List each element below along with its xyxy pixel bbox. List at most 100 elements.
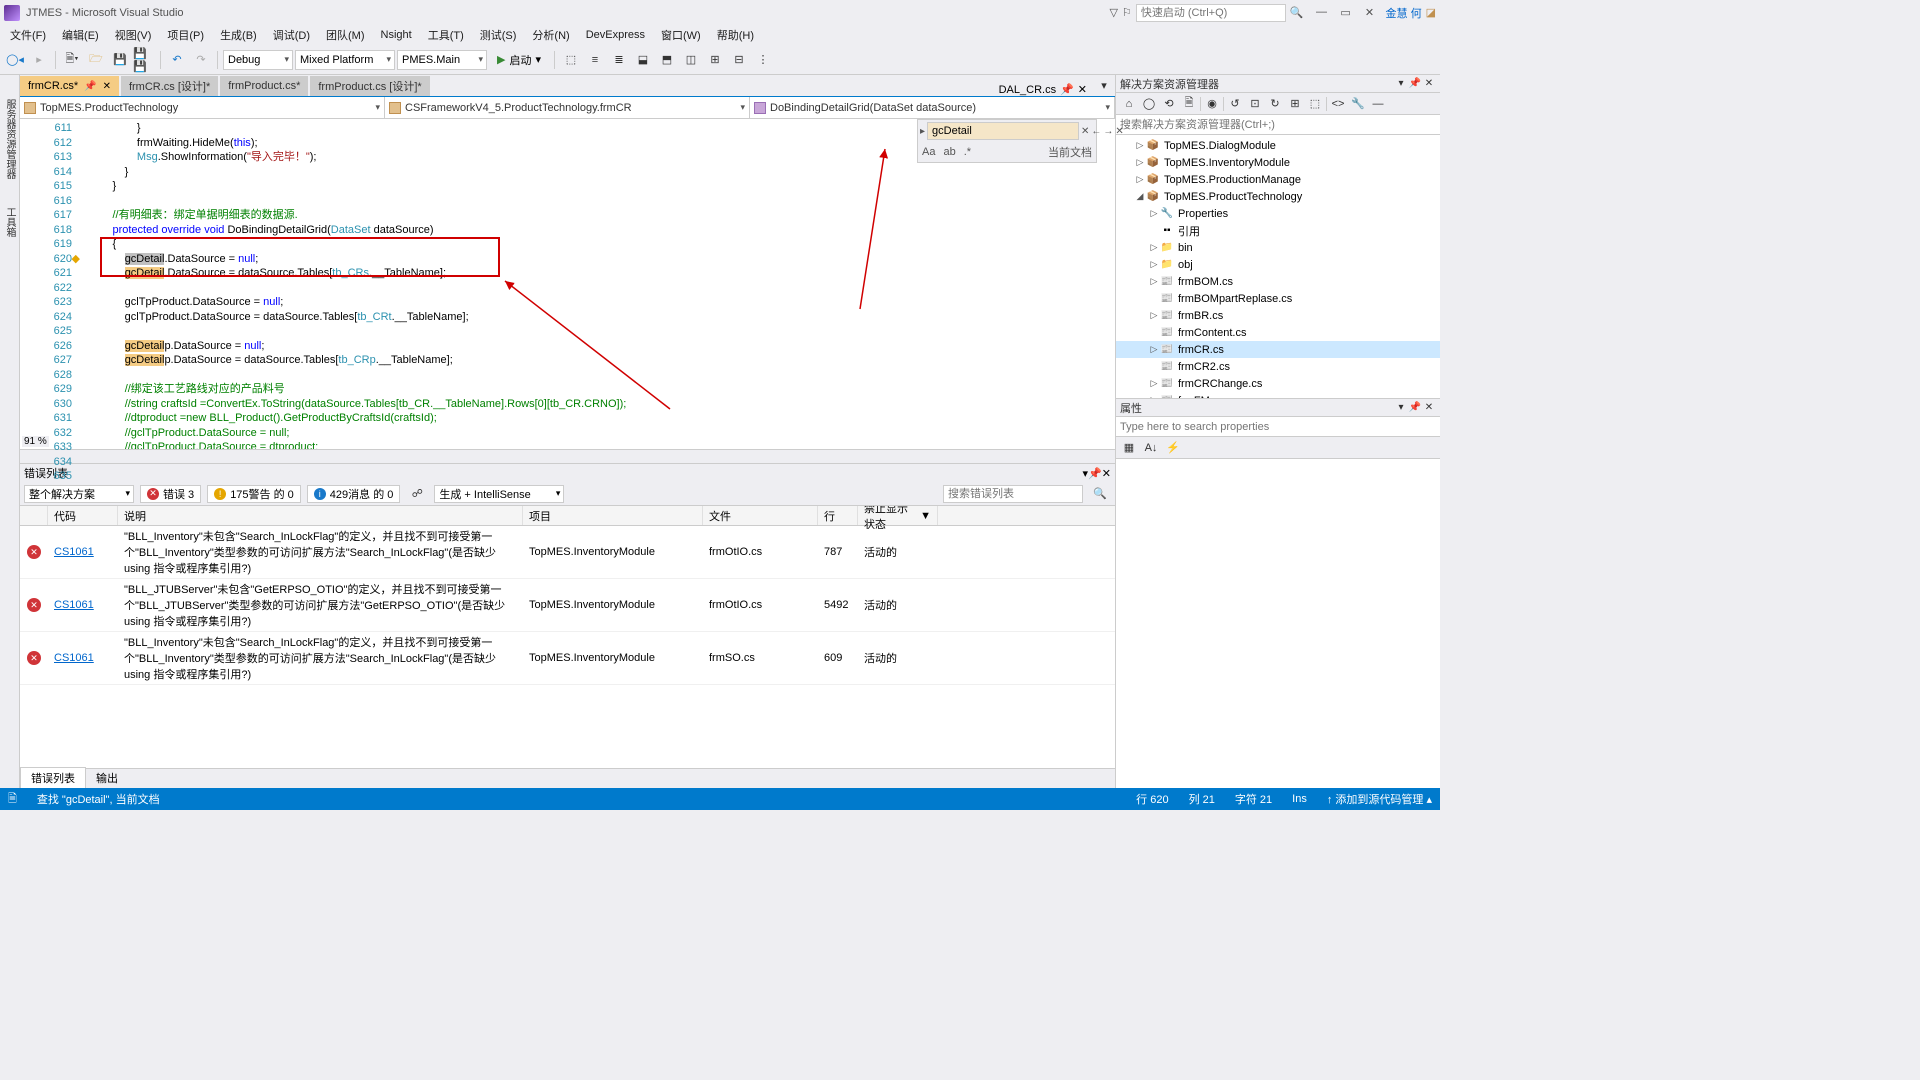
start-debug-button[interactable]: ▶启动 ▾ [489, 49, 549, 71]
tree-node[interactable]: ▷📰frmBR.cs [1116, 307, 1440, 324]
sol-refresh-button[interactable]: ↻ [1266, 95, 1284, 113]
find-input[interactable] [927, 122, 1079, 140]
tree-node[interactable]: ▷📁obj [1116, 256, 1440, 273]
tb-icon-8[interactable]: ⊟ [728, 49, 750, 71]
prop-categorized-button[interactable]: ▦ [1120, 439, 1138, 457]
find-prev-button[interactable]: ← [1091, 126, 1101, 137]
maximize-button[interactable]: ▭ [1338, 6, 1354, 19]
menu-item[interactable]: 测试(S) [474, 25, 523, 45]
errorlist-search[interactable] [943, 485, 1083, 503]
doc-tab[interactable]: frmProduct.cs* [220, 76, 308, 96]
menu-item[interactable]: 视图(V) [109, 25, 158, 45]
errorlist-scope-combo[interactable]: 整个解决方案 [24, 485, 134, 503]
bottom-tab[interactable]: 错误列表 [20, 767, 86, 788]
menu-item[interactable]: 调试(D) [267, 25, 316, 45]
sol-btn-a[interactable]: ⊡ [1246, 95, 1264, 113]
error-row[interactable]: ✕CS1061"BLL_Inventory"未包含"Search_InLockF… [20, 632, 1115, 685]
sol-dropdown-button[interactable]: ▾ [1394, 78, 1408, 89]
errorlist-filter-icon[interactable]: ☍ [406, 483, 428, 505]
tree-node[interactable]: ▷📦TopMES.DialogModule [1116, 137, 1440, 154]
menu-item[interactable]: 项目(P) [161, 25, 210, 45]
sol-wrench-button[interactable]: 🔧 [1349, 95, 1367, 113]
menu-item[interactable]: 窗口(W) [655, 25, 707, 45]
find-scope-label[interactable]: 当前文档 [1048, 144, 1092, 160]
nav-method-combo[interactable]: DoBindingDetailGrid(DataSet dataSource) [750, 97, 1115, 118]
find-close-in-icon[interactable]: ✕ [1081, 126, 1089, 137]
find-next-button[interactable]: → [1103, 126, 1113, 137]
find-close-button[interactable]: ✕ [1115, 126, 1123, 137]
prop-close-button[interactable]: ✕ [1422, 402, 1436, 413]
menu-item[interactable]: 生成(B) [214, 25, 263, 45]
sol-sync-button[interactable]: ⟲ [1160, 95, 1178, 113]
prop-events-button[interactable]: ⚡ [1164, 439, 1182, 457]
nav-class-combo[interactable]: CSFrameworkV4_5.ProductTechnology.frmCR [385, 97, 750, 118]
status-source-control[interactable]: ↑ 添加到源代码管理 ▴ [1327, 791, 1432, 807]
sol-pin-button[interactable]: 📌 [1408, 78, 1422, 89]
doctabs-overflow-button[interactable]: ▾ [1093, 74, 1115, 96]
toolbox-tab[interactable]: 工具箱 [0, 203, 19, 241]
doc-tab[interactable]: frmCR.cs [设计]* [121, 76, 218, 96]
prop-pin-button[interactable]: 📌 [1408, 402, 1422, 413]
tb-icon-5[interactable]: ⬒ [656, 49, 678, 71]
platform-combo[interactable]: Mixed Platform [295, 50, 395, 70]
undo-button[interactable]: ↶ [166, 49, 188, 71]
tree-node[interactable]: ▷📦TopMES.InventoryModule [1116, 154, 1440, 171]
sol-more-button[interactable]: — [1369, 95, 1387, 113]
server-explorer-tab[interactable]: 服务器资源管理器 [0, 95, 19, 183]
sol-back-button[interactable]: ◯ [1140, 95, 1158, 113]
errorlist-pin-button[interactable]: 📌 [1088, 467, 1102, 480]
tb-icon-2[interactable]: ≡ [584, 49, 606, 71]
errors-filter-pill[interactable]: ✕错误 3 [140, 485, 201, 503]
menu-item[interactable]: 文件(F) [4, 25, 52, 45]
tree-node[interactable]: ▷📦TopMES.ProductionManage [1116, 171, 1440, 188]
find-expand-icon[interactable]: ▸ [920, 126, 925, 137]
menu-item[interactable]: DevExpress [580, 27, 651, 43]
sol-viewcode-button[interactable]: <> [1329, 95, 1347, 113]
user-avatar-icon[interactable]: ◪ [1426, 6, 1436, 19]
tree-node[interactable]: 📰frmContent.cs [1116, 324, 1440, 341]
sol-close-button[interactable]: ✕ [1422, 78, 1436, 89]
open-button[interactable]: 🗁 [85, 49, 107, 71]
tb-icon-3[interactable]: ≣ [608, 49, 630, 71]
find-word-toggle[interactable]: ab [943, 146, 955, 158]
tb-icon-1[interactable]: ⬚ [560, 49, 582, 71]
errorlist-source-combo[interactable]: 生成 + IntelliSense [434, 485, 564, 503]
doc-tab-right[interactable]: DAL_CR.cs📌✕ [993, 83, 1093, 96]
code-editor[interactable]: 611612613614615616617618619620◆621622623… [20, 119, 1115, 449]
errorlist-search-icon[interactable]: 🔍 [1089, 483, 1111, 505]
tree-node[interactable]: ▷📁bin [1116, 239, 1440, 256]
errorlist-close-button[interactable]: ✕ [1102, 467, 1111, 480]
tree-node[interactable]: 📰frmCR2.cs [1116, 358, 1440, 375]
doc-tab[interactable]: frmCR.cs*📌✕ [20, 76, 119, 96]
sol-btn-b[interactable]: ⊞ [1286, 95, 1304, 113]
save-all-button[interactable]: 💾💾 [133, 49, 155, 71]
tb-icon-9[interactable]: ⋮ [752, 49, 774, 71]
nav-project-combo[interactable]: TopMES.ProductTechnology [20, 97, 385, 118]
sol-properties-button[interactable]: ⬚ [1306, 95, 1324, 113]
menu-item[interactable]: 编辑(E) [56, 25, 105, 45]
tb-icon-6[interactable]: ◫ [680, 49, 702, 71]
find-case-toggle[interactable]: Aa [922, 146, 935, 158]
nav-back-button[interactable]: ◯◂ [4, 49, 26, 71]
tb-icon-7[interactable]: ⊞ [704, 49, 726, 71]
config-combo[interactable]: Debug [223, 50, 293, 70]
sol-pending-button[interactable]: 🗎 [1180, 95, 1198, 113]
close-button[interactable]: ✕ [1362, 6, 1378, 19]
quick-launch-input[interactable] [1136, 4, 1286, 22]
menu-item[interactable]: Nsight [375, 27, 418, 43]
warnings-filter-pill[interactable]: !175警告 的 0 [207, 485, 301, 503]
menu-item[interactable]: 工具(T) [422, 25, 470, 45]
tree-node[interactable]: ▪▪引用 [1116, 222, 1440, 239]
error-row[interactable]: ✕CS1061"BLL_Inventory"未包含"Search_InLockF… [20, 526, 1115, 579]
find-regex-toggle[interactable]: .* [964, 146, 971, 158]
menu-item[interactable]: 帮助(H) [711, 25, 760, 45]
menu-item[interactable]: 团队(M) [320, 25, 371, 45]
sol-collapse-button[interactable]: ↺ [1226, 95, 1244, 113]
tree-node[interactable]: 📰frmBOMpartReplase.cs [1116, 290, 1440, 307]
tree-node[interactable]: ◢📦TopMES.ProductTechnology [1116, 188, 1440, 205]
sol-home-button[interactable]: ⌂ [1120, 95, 1138, 113]
error-row[interactable]: ✕CS1061"BLL_JTUBServer"未包含"GetERPSO_OTIO… [20, 579, 1115, 632]
minimize-button[interactable]: — [1314, 6, 1330, 19]
search-icon[interactable]: 🔍 [1290, 6, 1304, 19]
solution-search-input[interactable] [1116, 115, 1440, 134]
